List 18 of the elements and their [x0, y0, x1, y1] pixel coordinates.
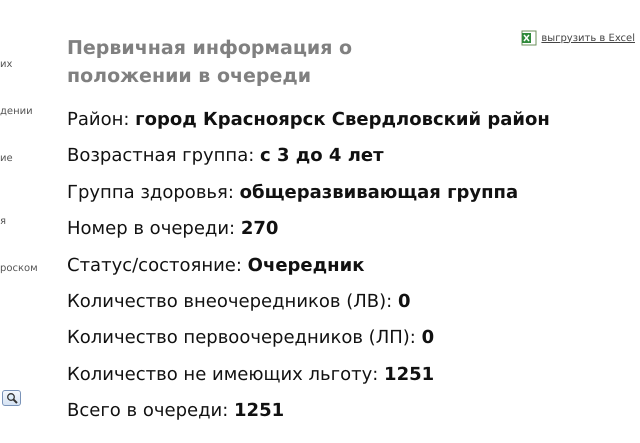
export-excel-link[interactable]: выгрузить в Excel [521, 30, 635, 46]
sidebar-item[interactable]: роском [0, 262, 67, 275]
info-line: Номер в очереди: 270 [67, 217, 280, 242]
spreadsheet-icon [521, 30, 538, 46]
info-line: Группа здоровья: общеразвивающая группа [67, 180, 520, 205]
sidebar-item[interactable]: их [0, 58, 67, 71]
info-line: Возрастная группа: с 3 до 4 лет [67, 144, 385, 168]
info-line: Количество не имеющих льготу: 1251 [67, 362, 436, 387]
sidebar-item[interactable]: дении [0, 105, 67, 118]
sidebar-item[interactable]: ие [0, 152, 67, 165]
info-line: Всего в очереди: 1251 [67, 399, 286, 424]
sidebar-item[interactable]: я [0, 215, 67, 228]
page-title: Первичная информация о положении в очереди [67, 36, 354, 89]
info-line: Район: город Красноярск Свердловский район [67, 108, 551, 132]
search-button[interactable] [2, 390, 21, 406]
info-line: Статус/состояние: Очередник [67, 254, 366, 278]
info-line: Количество первоочередников (ЛП): 0 [67, 326, 436, 350]
info-line: Количество внеочередников (ЛВ): 0 [67, 290, 412, 314]
